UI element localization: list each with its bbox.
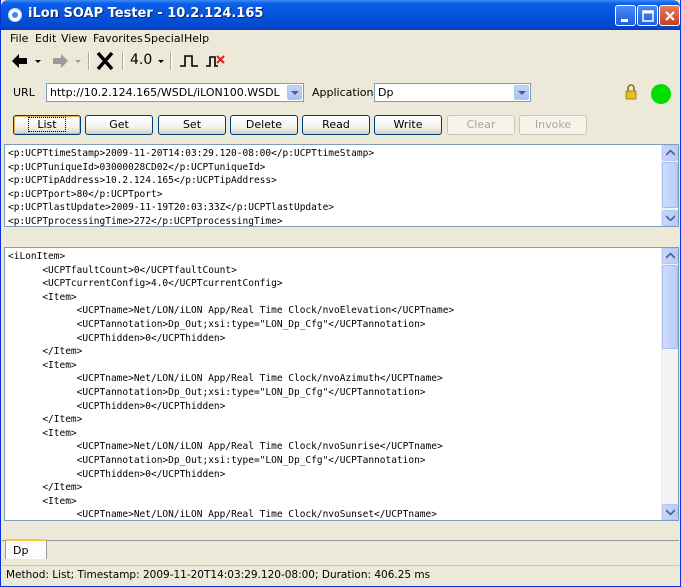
set-button[interactable]: Set	[158, 115, 226, 135]
chevron-down-icon	[291, 91, 299, 95]
lock-icon	[625, 84, 637, 100]
status-bar: Method: List; Timestamp: 2009-11-20T14:0…	[2, 565, 679, 586]
scroll-down-button[interactable]	[662, 504, 678, 520]
chevron-down-icon	[518, 91, 526, 95]
close-button[interactable]	[659, 5, 680, 26]
menu-favorites[interactable]: Favorites	[93, 32, 143, 45]
menu-bar: File Edit View Favorites Special Help	[2, 30, 679, 48]
body-scrollbar[interactable]	[661, 248, 678, 520]
body-response-text: <iLonItem> <UCPTfaultCount>0</UCPTfaultC…	[8, 251, 455, 521]
menu-help[interactable]: Help	[184, 32, 209, 45]
header-response-pane[interactable]: <p:UCPTtimeStamp>2009-11-20T14:03:29.120…	[4, 144, 679, 227]
scroll-up-button[interactable]	[662, 145, 678, 161]
tab-strip: Dp	[2, 539, 679, 564]
clear-button[interactable]: Clear	[447, 115, 515, 135]
read-button[interactable]: Read	[302, 115, 370, 135]
toolbar-separator	[88, 52, 90, 70]
header-scrollbar[interactable]	[661, 145, 678, 226]
chevron-up-icon	[666, 150, 675, 156]
pulse-icon[interactable]	[178, 50, 200, 72]
version-dropdown-label[interactable]: 4.0	[130, 52, 152, 74]
chevron-down-icon	[666, 215, 675, 221]
list-button-label: List	[28, 117, 66, 132]
header-response-text: <p:UCPTtimeStamp>2009-11-20T14:03:29.120…	[8, 148, 375, 227]
app-icon	[8, 8, 22, 22]
chevron-up-icon	[666, 253, 675, 259]
body-response-pane[interactable]: <iLonItem> <UCPTfaultCount>0</UCPTfaultC…	[4, 247, 679, 521]
scroll-down-button[interactable]	[662, 210, 678, 226]
menu-view[interactable]: View	[61, 32, 87, 45]
minimize-icon	[621, 19, 628, 22]
delete-button[interactable]: Delete	[230, 115, 298, 135]
url-value: http://10.2.124.165/WSDL/iLON100.WSDL	[50, 86, 280, 99]
toolbar-separator	[122, 52, 124, 70]
application-dropdown-button[interactable]	[514, 85, 529, 100]
window-title: iLon SOAP Tester - 10.2.124.165	[28, 6, 264, 21]
application-value: Dp	[378, 86, 394, 99]
close-icon	[665, 11, 675, 21]
title-bar[interactable]: iLon SOAP Tester - 10.2.124.165	[1, 0, 680, 30]
main-window: iLon SOAP Tester - 10.2.124.165 File Edi…	[0, 0, 681, 587]
minimize-button[interactable]	[615, 5, 636, 26]
url-combobox[interactable]: http://10.2.124.165/WSDL/iLON100.WSDL	[46, 83, 304, 102]
pulse-cancel-icon[interactable]	[204, 50, 228, 72]
scroll-up-button[interactable]	[662, 248, 678, 264]
chevron-down-icon	[666, 509, 675, 515]
url-label: URL	[13, 86, 35, 99]
toolbar-separator	[170, 52, 172, 70]
tab-dp[interactable]: Dp	[5, 539, 47, 559]
tab-dp-label: Dp	[13, 544, 29, 557]
list-button[interactable]: List	[13, 115, 81, 135]
menu-special[interactable]: Special	[144, 32, 184, 45]
menu-edit[interactable]: Edit	[35, 32, 56, 45]
write-button[interactable]: Write	[374, 115, 442, 135]
status-indicator-icon	[651, 84, 671, 104]
application-combobox[interactable]: Dp	[374, 83, 531, 102]
maximize-button[interactable]	[637, 5, 658, 26]
status-text: Method: List; Timestamp: 2009-11-20T14:0…	[6, 569, 431, 581]
chevron-down-icon[interactable]	[156, 50, 166, 72]
back-arrow-icon[interactable]	[9, 50, 43, 72]
stop-x-icon[interactable]	[94, 50, 116, 72]
invoke-button[interactable]: Invoke	[519, 115, 587, 135]
url-dropdown-button[interactable]	[287, 85, 302, 100]
scroll-thumb[interactable]	[662, 162, 678, 208]
application-label: Application	[312, 86, 374, 99]
toolbar: 4.0	[2, 48, 679, 74]
maximize-icon	[642, 10, 654, 22]
forward-arrow-icon[interactable]	[49, 50, 83, 72]
menu-file[interactable]: File	[10, 32, 28, 45]
get-button[interactable]: Get	[85, 115, 153, 135]
scroll-thumb[interactable]	[662, 265, 678, 349]
